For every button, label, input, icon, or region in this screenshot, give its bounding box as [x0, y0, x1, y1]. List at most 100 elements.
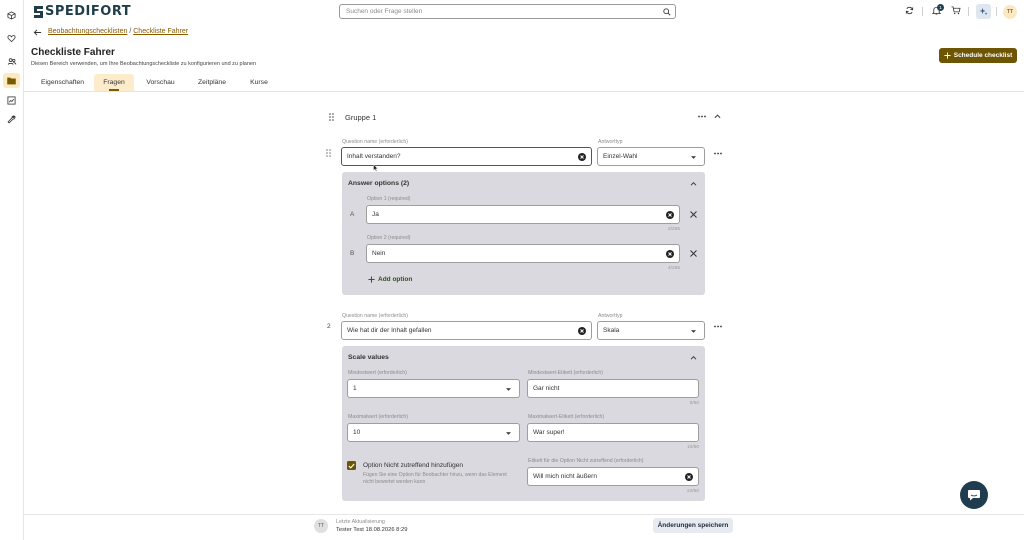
more-options-icon[interactable] [698, 115, 706, 118]
sparkle-icon [979, 7, 988, 16]
drag-handle-icon[interactable] [329, 113, 334, 121]
tab-label: Zeitpläne [198, 79, 226, 86]
tabs-divider [24, 91, 1024, 92]
breadcrumb-link-current[interactable]: Checkliste Fahrer [133, 28, 188, 35]
brand-logo[interactable]: SPEDIFORT [33, 3, 131, 20]
character-counter: 10/50 [686, 445, 699, 450]
option-value: Nein [372, 250, 386, 257]
header-divider [996, 7, 997, 16]
user-avatar[interactable]: TT [1003, 5, 1017, 19]
rail-item-checklists[interactable] [3, 73, 20, 88]
clear-icon[interactable] [666, 211, 674, 219]
ai-assistant-button[interactable] [976, 4, 991, 19]
clear-icon[interactable] [578, 327, 586, 335]
cart-button[interactable] [951, 6, 961, 15]
more-options-icon[interactable] [714, 325, 722, 328]
na-checkbox-label: Option Nicht zutreffend hinzufügen [363, 462, 463, 469]
max-text-input[interactable]: War super! [527, 423, 699, 442]
rail-item-favorites[interactable] [3, 31, 20, 46]
breadcrumb-separator: / [129, 28, 132, 35]
plus-icon [944, 52, 951, 59]
back-arrow-icon[interactable] [33, 28, 42, 37]
rail-item-reports[interactable] [3, 93, 20, 108]
dropdown-arrow-icon [506, 432, 511, 435]
na-text-value: Will mich nicht äußern [533, 473, 597, 480]
add-option-button[interactable]: Add option [368, 276, 412, 283]
na-text-input[interactable]: Will mich nicht äußern [527, 467, 699, 486]
scale-values-title: Scale values [348, 354, 389, 361]
chevron-up-icon[interactable] [714, 113, 721, 119]
logo-mark-icon [34, 5, 43, 18]
rail-item-tools[interactable] [3, 112, 20, 127]
chevron-up-icon[interactable] [690, 355, 697, 360]
answer-type-value: Einzel-Wahl [603, 153, 638, 160]
rail-item-users[interactable] [3, 54, 20, 69]
search-icon[interactable] [663, 8, 671, 16]
question-name-input[interactable]: Wie hat dir der Inhalt gefallen [341, 321, 592, 340]
save-changes-button[interactable]: Änderungen speichern [653, 518, 733, 533]
add-option-label: Add option [378, 276, 413, 283]
remove-option-icon[interactable] [690, 211, 697, 218]
option-label: Option 1 (required) [367, 196, 411, 202]
max-text-value: War super! [533, 429, 565, 436]
breadcrumb-link-checklists[interactable]: Beobachtungschecklisten [48, 28, 127, 35]
min-value-select[interactable]: 1 [347, 379, 520, 398]
dropdown-arrow-icon [691, 330, 696, 333]
breadcrumb: Beobachtungschecklisten / Checkliste Fah… [48, 28, 188, 35]
global-search[interactable]: Suchen oder Frage stellen [339, 4, 676, 19]
option-input[interactable]: Nein [366, 244, 680, 263]
answer-type-select[interactable]: Einzel-Wahl [597, 147, 705, 166]
remove-option-icon[interactable] [690, 250, 697, 257]
tab-zeitplaene[interactable]: Zeitpläne [186, 74, 238, 91]
question-number: 2 [327, 323, 331, 330]
answer-type-select[interactable]: Skala [597, 321, 705, 340]
answer-type-label: Antworttyp [598, 139, 623, 145]
more-options-icon[interactable] [714, 152, 722, 155]
option-label: Option 2 (required) [367, 235, 411, 241]
question-name-input[interactable]: Inhalt verstanden? [341, 147, 592, 166]
drag-handle-icon[interactable] [326, 149, 331, 157]
question-name-label: Question name (erforderlich) [342, 313, 409, 319]
footer-bar [24, 514, 1024, 540]
clear-icon[interactable] [666, 250, 674, 258]
answer-type-value: Skala [603, 327, 620, 334]
option-letter: A [350, 211, 355, 218]
clear-icon[interactable] [578, 153, 586, 161]
schedule-checklist-button[interactable]: Schedule checklist [939, 48, 1017, 63]
na-checkbox[interactable] [347, 461, 356, 470]
tab-kurse[interactable]: Kurse [241, 74, 277, 91]
tab-eigenschaften[interactable]: Eigenschaften [33, 74, 89, 91]
cube-icon [7, 11, 16, 20]
group-title: Gruppe 1 [345, 113, 377, 122]
sync-button[interactable] [905, 6, 914, 15]
question-name-value: Wie hat dir der Inhalt gefallen [347, 327, 432, 334]
character-counter: 22/50 [686, 489, 699, 494]
heart-icon [7, 35, 16, 43]
notification-badge: 1 [937, 4, 944, 11]
users-icon [7, 58, 16, 65]
side-rail [0, 0, 24, 540]
option-input[interactable]: Ja [366, 205, 680, 224]
tab-label: Vorschau [146, 79, 175, 86]
dropdown-arrow-icon [506, 388, 511, 391]
tab-vorschau[interactable]: Vorschau [138, 74, 183, 91]
min-text-input[interactable]: Gar nicht [527, 379, 699, 398]
max-value-label: Maximalwert (erforderlich) [348, 414, 408, 420]
rail-item-overview[interactable] [3, 8, 20, 23]
dropdown-arrow-icon [691, 156, 696, 159]
tab-fragen[interactable]: Fragen [94, 74, 134, 91]
header-divider [922, 7, 923, 16]
save-changes-label: Änderungen speichern [657, 522, 729, 529]
footer-avatar: TT [314, 519, 328, 533]
answer-options-title: Answer options (2) [348, 180, 410, 187]
max-value-select[interactable]: 10 [347, 423, 520, 442]
tab-bar: Eigenschaften Fragen Vorschau Zeitpläne … [33, 74, 277, 91]
chat-button[interactable] [960, 481, 988, 509]
plus-icon [368, 276, 375, 283]
tab-label: Kurse [250, 79, 268, 86]
option-value: Ja [372, 211, 379, 218]
refresh-icon [905, 6, 914, 15]
chevron-up-icon[interactable] [690, 181, 697, 186]
min-value: 1 [353, 385, 357, 392]
clear-icon[interactable] [685, 473, 693, 481]
